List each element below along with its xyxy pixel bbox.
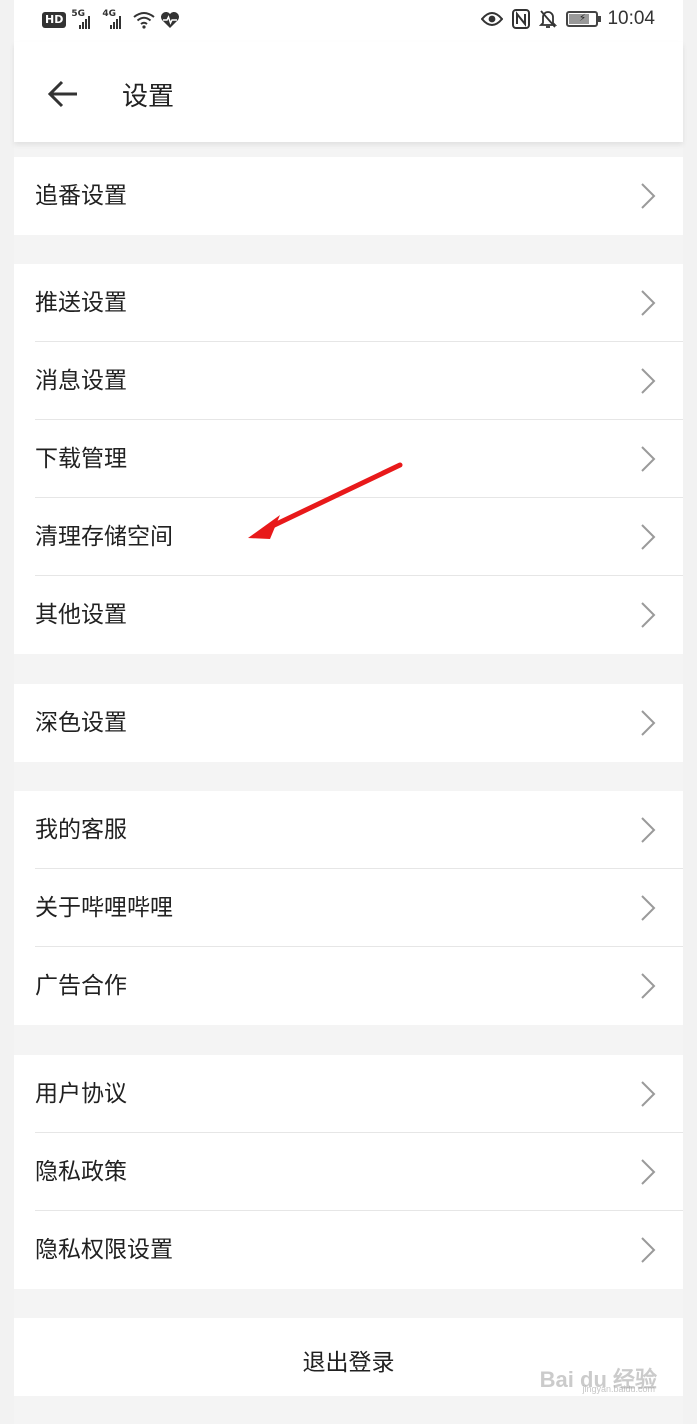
settings-item-anime[interactable]: 追番设置 xyxy=(35,157,683,235)
settings-item-privacy-permissions[interactable]: 隐私权限设置 xyxy=(35,1211,683,1289)
battery-charging-icon: ⚡ xyxy=(566,11,602,27)
clock: 10:04 xyxy=(607,8,655,29)
settings-page: HD 5G 4G ⚡ 10:04 设置 追番设置 推送设置 消息设置 下载管理 … xyxy=(14,0,683,1424)
signal-4g-icon: 4G xyxy=(102,9,128,30)
settings-item-user-agreement[interactable]: 用户协议 xyxy=(35,1055,683,1133)
chevron-right-icon xyxy=(641,368,656,394)
settings-item-label: 下载管理 xyxy=(35,446,127,472)
chevron-right-icon xyxy=(641,1081,656,1107)
baidu-jingyan-watermark: Bai du 经验 jingyan.baidu.com xyxy=(540,1362,657,1394)
settings-item-push[interactable]: 推送设置 xyxy=(35,264,683,342)
chevron-right-icon xyxy=(641,290,656,316)
settings-item-message[interactable]: 消息设置 xyxy=(35,342,683,420)
chevron-right-icon xyxy=(641,895,656,921)
settings-item-label: 深色设置 xyxy=(35,710,127,736)
settings-item-about[interactable]: 关于哔哩哔哩 xyxy=(35,869,683,947)
settings-item-label: 推送设置 xyxy=(35,290,127,316)
settings-item-label: 用户协议 xyxy=(35,1081,127,1107)
hd-icon: HD xyxy=(42,12,67,28)
heart-rate-icon xyxy=(161,12,180,28)
settings-group-legal: 用户协议 隐私政策 隐私权限设置 xyxy=(14,1055,683,1289)
settings-item-customer-service[interactable]: 我的客服 xyxy=(35,791,683,869)
settings-group-support: 我的客服 关于哔哩哔哩 广告合作 xyxy=(14,791,683,1025)
settings-item-label: 消息设置 xyxy=(35,368,127,394)
back-button[interactable] xyxy=(44,74,84,114)
app-bar: 设置 xyxy=(14,42,683,142)
annotation-arrow xyxy=(248,462,403,539)
chevron-right-icon xyxy=(641,446,656,472)
settings-item-label: 关于哔哩哔哩 xyxy=(35,895,173,921)
settings-item-label: 隐私政策 xyxy=(35,1159,127,1185)
settings-item-ads[interactable]: 广告合作 xyxy=(35,947,683,1025)
settings-group-dark: 深色设置 xyxy=(14,684,683,762)
settings-item-label: 其他设置 xyxy=(35,602,127,628)
settings-item-label: 追番设置 xyxy=(35,183,127,209)
chevron-right-icon xyxy=(641,1237,656,1263)
settings-item-label: 我的客服 xyxy=(35,817,127,843)
settings-item-label: 清理存储空间 xyxy=(35,524,173,550)
chevron-right-icon xyxy=(641,602,656,628)
chevron-right-icon xyxy=(641,710,656,736)
settings-item-privacy-policy[interactable]: 隐私政策 xyxy=(35,1133,683,1211)
chevron-right-icon xyxy=(641,183,656,209)
chevron-right-icon xyxy=(641,817,656,843)
settings-item-label: 广告合作 xyxy=(35,973,127,999)
settings-item-other[interactable]: 其他设置 xyxy=(35,576,683,654)
watermark-url: jingyan.baidu.com xyxy=(582,1384,655,1394)
arrow-left-icon xyxy=(47,80,77,108)
nfc-icon xyxy=(512,9,531,29)
status-bar: HD 5G 4G ⚡ 10:04 xyxy=(14,0,683,42)
settings-item-label: 隐私权限设置 xyxy=(35,1237,173,1263)
settings-item-dark-mode[interactable]: 深色设置 xyxy=(35,684,683,762)
eye-icon xyxy=(481,12,504,26)
page-title: 设置 xyxy=(122,82,175,112)
settings-group-anime: 追番设置 xyxy=(14,157,683,235)
signal-5g-icon: 5G xyxy=(71,9,97,30)
chevron-right-icon xyxy=(641,973,656,999)
mute-icon xyxy=(539,10,558,28)
chevron-right-icon xyxy=(641,524,656,550)
chevron-right-icon xyxy=(641,1159,656,1185)
wifi-icon xyxy=(133,12,155,29)
